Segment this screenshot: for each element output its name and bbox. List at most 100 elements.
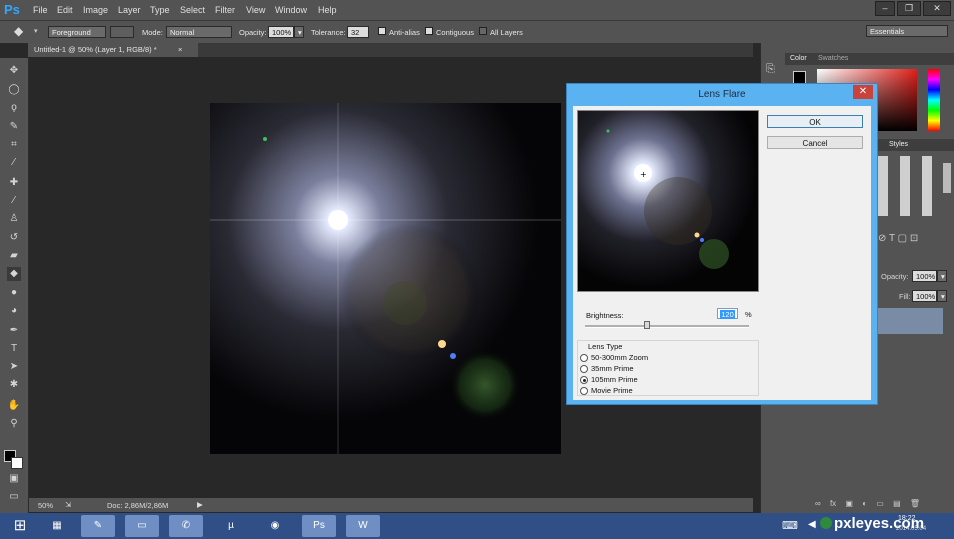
menu-image[interactable]: Image bbox=[83, 5, 108, 15]
eraser-tool-icon[interactable]: ▰ bbox=[7, 249, 21, 263]
marquee-tool-icon[interactable]: ◯ bbox=[7, 83, 21, 97]
layer-style-icon[interactable]: fx bbox=[830, 499, 836, 508]
hand-tool-icon[interactable]: ✋ bbox=[7, 399, 21, 413]
radio-50-300mm-zoom[interactable] bbox=[580, 354, 588, 362]
pattern-picker[interactable] bbox=[110, 26, 134, 38]
crop-tool-icon[interactable]: ⌗ bbox=[7, 138, 21, 152]
start-windows-icon[interactable]: ⊞ bbox=[3, 515, 37, 537]
zoom-tool-icon[interactable]: ⚲ bbox=[7, 417, 21, 431]
notepad-app-icon[interactable]: ✎ bbox=[81, 515, 115, 537]
opacity-chevron-icon[interactable]: ▾ bbox=[294, 26, 304, 38]
status-menu-arrow-icon[interactable]: ▶ bbox=[197, 500, 203, 509]
quick-select-tool-icon[interactable]: ✎ bbox=[7, 120, 21, 134]
paint-bucket-icon[interactable]: ◆ bbox=[14, 24, 23, 38]
opacity-input[interactable]: 100% bbox=[268, 26, 294, 38]
lens-option-label[interactable]: 35mm Prime bbox=[591, 364, 634, 373]
brightness-slider-thumb[interactable] bbox=[644, 321, 651, 329]
style-swatches[interactable] bbox=[878, 156, 944, 216]
blur-tool-icon[interactable]: ● bbox=[7, 286, 21, 300]
calculator-app-icon[interactable]: ▦ bbox=[40, 515, 74, 537]
keyboard-icon[interactable]: ⌨ bbox=[782, 519, 798, 532]
stamp-tool-icon[interactable]: ♙ bbox=[7, 212, 21, 226]
workspace-dropdown[interactable]: Essentials bbox=[866, 25, 948, 37]
ok-button[interactable]: OK bbox=[767, 115, 863, 128]
layer-opacity-input[interactable]: 100% bbox=[912, 270, 937, 282]
brightness-input[interactable]: 120 bbox=[717, 308, 738, 319]
menu-file[interactable]: File bbox=[33, 5, 48, 15]
screen-mode-icon[interactable]: ▭ bbox=[7, 490, 21, 504]
cancel-button[interactable]: Cancel bbox=[767, 136, 863, 149]
radio-35mm-prime[interactable] bbox=[580, 365, 588, 373]
tab-swatches[interactable]: Swatches bbox=[818, 55, 848, 62]
history-brush-tool-icon[interactable]: ↺ bbox=[7, 231, 21, 245]
fill-source-dropdown[interactable]: Foreground bbox=[48, 26, 106, 38]
adjustment-layer-icon[interactable]: ◐ bbox=[862, 499, 867, 508]
path-select-tool-icon[interactable]: ➤ bbox=[7, 360, 21, 374]
layer-fill-input[interactable]: 100% bbox=[912, 290, 937, 302]
tab-color[interactable]: Color bbox=[790, 55, 807, 62]
mode-dropdown[interactable]: Normal bbox=[166, 26, 232, 38]
zoom-level[interactable]: 50% bbox=[38, 501, 53, 510]
viber-app-icon[interactable]: ✆ bbox=[169, 515, 203, 537]
menu-help[interactable]: Help bbox=[318, 5, 337, 15]
radio-movie-prime[interactable] bbox=[580, 387, 588, 395]
background-color-swatch[interactable] bbox=[11, 457, 23, 469]
history-panel-icon[interactable]: ⎘ bbox=[766, 63, 775, 76]
layer-fill-chevron-icon[interactable]: ▾ bbox=[937, 290, 947, 302]
layer-filter-icons[interactable]: ⊘ T ▢ ⊡ bbox=[878, 233, 948, 245]
menu-layer[interactable]: Layer bbox=[118, 5, 141, 15]
utorrent-app-icon[interactable]: µ bbox=[214, 515, 248, 537]
anti-alias-checkbox[interactable] bbox=[378, 27, 386, 35]
menu-window[interactable]: Window bbox=[275, 5, 307, 15]
lens-option-label[interactable]: Movie Prime bbox=[591, 386, 633, 395]
group-icon[interactable]: ▭ bbox=[876, 499, 884, 508]
close-tab-icon[interactable]: × bbox=[178, 43, 182, 57]
lens-option-label[interactable]: 50-300mm Zoom bbox=[591, 353, 648, 362]
menu-type[interactable]: Type bbox=[150, 5, 170, 15]
styles-scrollbar[interactable] bbox=[943, 163, 951, 193]
lens-option-label[interactable]: 105mm Prime bbox=[591, 375, 638, 384]
move-tool-icon[interactable]: ✥ bbox=[7, 64, 21, 78]
all-layers-checkbox[interactable] bbox=[479, 27, 487, 35]
brightness-slider-track[interactable] bbox=[585, 325, 749, 328]
minimize-button[interactable]: – bbox=[875, 1, 895, 16]
restore-button[interactable]: ❐ bbox=[897, 1, 921, 16]
tab-styles[interactable]: Styles bbox=[889, 141, 908, 148]
eyedropper-tool-icon[interactable]: ⁄ bbox=[7, 156, 21, 170]
dodge-tool-icon[interactable]: ◕ bbox=[7, 304, 21, 318]
paint-bucket-tool-icon[interactable]: ◆ bbox=[7, 267, 21, 281]
shape-tool-icon[interactable]: ✱ bbox=[7, 378, 21, 392]
new-layer-icon[interactable]: ▤ bbox=[893, 499, 901, 508]
chrome-browser-icon[interactable]: ◉ bbox=[258, 515, 292, 537]
selected-layer-row[interactable] bbox=[875, 308, 943, 334]
document-tab[interactable]: Untitled-1 @ 50% (Layer 1, RGB/8) * × bbox=[28, 43, 198, 57]
layer-opacity-chevron-icon[interactable]: ▾ bbox=[937, 270, 947, 282]
share-icon[interactable]: ⇲ bbox=[65, 500, 71, 509]
healing-tool-icon[interactable]: ✚ bbox=[7, 176, 21, 190]
trash-icon[interactable]: 🗑 bbox=[910, 499, 920, 508]
contiguous-checkbox[interactable] bbox=[425, 27, 433, 35]
document-canvas[interactable] bbox=[210, 103, 561, 454]
brush-tool-icon[interactable]: ⁄ bbox=[7, 194, 21, 208]
menu-edit[interactable]: Edit bbox=[57, 5, 73, 15]
type-tool-icon[interactable]: T bbox=[7, 342, 21, 356]
hue-slider[interactable] bbox=[928, 69, 940, 131]
photoshop-taskbar-icon[interactable]: Ps bbox=[302, 515, 336, 537]
radio-105mm-prime[interactable] bbox=[580, 376, 588, 384]
dialog-close-button[interactable]: ✕ bbox=[853, 85, 873, 99]
word-app-icon[interactable]: W bbox=[346, 515, 380, 537]
lasso-tool-icon[interactable]: ϙ bbox=[7, 101, 21, 115]
tolerance-input[interactable]: 32 bbox=[347, 26, 369, 38]
file-explorer-icon[interactable]: ▭ bbox=[125, 515, 159, 537]
menu-filter[interactable]: Filter bbox=[215, 5, 235, 15]
add-mask-icon[interactable]: ▣ bbox=[845, 499, 853, 508]
menu-view[interactable]: View bbox=[246, 5, 265, 15]
menu-select[interactable]: Select bbox=[180, 5, 205, 15]
close-app-button[interactable]: ✕ bbox=[923, 1, 951, 16]
chevron-down-icon[interactable]: ▾ bbox=[34, 27, 38, 35]
volume-icon[interactable]: ◀ bbox=[808, 519, 816, 530]
quick-mask-icon[interactable]: ▣ bbox=[7, 472, 21, 486]
pen-tool-icon[interactable]: ✒ bbox=[7, 324, 21, 338]
flare-preview[interactable]: + bbox=[577, 110, 759, 292]
link-layers-icon[interactable]: ∞ bbox=[815, 499, 821, 508]
